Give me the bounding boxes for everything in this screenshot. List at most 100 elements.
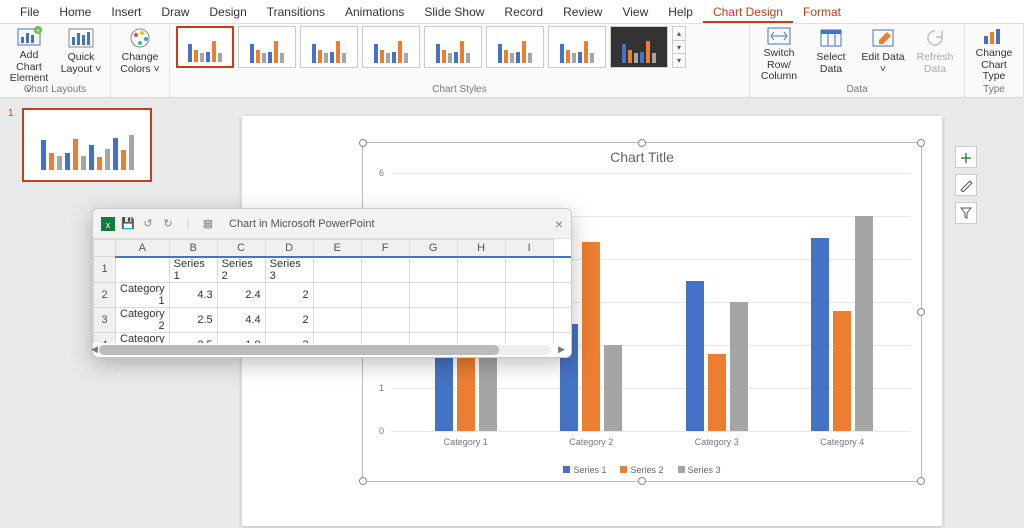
bar[interactable] <box>811 238 829 432</box>
bar[interactable] <box>582 242 600 431</box>
resize-handle[interactable] <box>917 139 925 147</box>
cell[interactable]: Category 3 <box>116 332 170 343</box>
more-icon[interactable]: ▾ <box>673 54 685 67</box>
bar[interactable] <box>708 354 726 431</box>
redo-icon[interactable]: ↻ <box>161 217 175 231</box>
tab-animations[interactable]: Animations <box>335 1 414 23</box>
cell[interactable]: Category 2 <box>116 307 170 332</box>
undo-icon[interactable]: ↺ <box>141 217 155 231</box>
chart-filter-button[interactable] <box>955 202 977 224</box>
select-data-button[interactable]: Select Data <box>808 26 854 82</box>
chart-style-1[interactable] <box>176 26 234 68</box>
cell[interactable] <box>505 257 553 283</box>
cell[interactable] <box>553 282 571 307</box>
resize-handle[interactable] <box>638 477 646 485</box>
cell[interactable] <box>313 257 361 283</box>
cell[interactable]: 1.8 <box>217 332 265 343</box>
chart-legend[interactable]: Series 1 Series 2 Series 3 <box>363 465 921 475</box>
cell[interactable]: 2.5 <box>169 307 217 332</box>
cell[interactable] <box>409 307 457 332</box>
chevron-up-icon[interactable]: ▴ <box>673 27 685 41</box>
tab-help[interactable]: Help <box>658 1 703 23</box>
quick-layout-button[interactable]: Quick Layout ˅ <box>58 26 104 82</box>
chart-style-8[interactable] <box>610 26 668 68</box>
tab-transitions[interactable]: Transitions <box>257 1 335 23</box>
tab-record[interactable]: Record <box>494 1 553 23</box>
switch-row-column-button[interactable]: Switch Row/ Column <box>756 26 802 82</box>
resize-handle[interactable] <box>359 139 367 147</box>
cell[interactable] <box>361 282 409 307</box>
legend-item[interactable]: Series 3 <box>678 465 721 475</box>
chart-style-4[interactable] <box>362 26 420 68</box>
cell[interactable] <box>361 257 409 283</box>
cell[interactable] <box>553 332 571 343</box>
cell[interactable]: 4.4 <box>217 307 265 332</box>
cell[interactable]: 2.4 <box>217 282 265 307</box>
cell[interactable]: 4.3 <box>169 282 217 307</box>
horizontal-scrollbar[interactable] <box>99 345 551 355</box>
cell[interactable] <box>457 257 505 283</box>
cell[interactable] <box>313 307 361 332</box>
scroll-left-icon[interactable]: ◀ <box>91 344 98 355</box>
cell[interactable]: 3.5 <box>169 332 217 343</box>
cell[interactable] <box>313 332 361 343</box>
save-icon[interactable]: 💾 <box>121 217 135 231</box>
chart-style-2[interactable] <box>238 26 296 68</box>
chart-style-7[interactable] <box>548 26 606 68</box>
chart-style-3[interactable] <box>300 26 358 68</box>
tab-review[interactable]: Review <box>553 1 612 23</box>
cell[interactable] <box>409 257 457 283</box>
tab-design[interactable]: Design <box>199 1 256 23</box>
resize-handle[interactable] <box>359 477 367 485</box>
cell[interactable] <box>505 307 553 332</box>
cell[interactable] <box>553 257 571 283</box>
tab-insert[interactable]: Insert <box>101 1 151 23</box>
cell[interactable] <box>505 332 553 343</box>
bar[interactable] <box>686 281 704 432</box>
bar[interactable] <box>730 302 748 431</box>
slide-thumbnail-1[interactable] <box>22 108 152 182</box>
bar[interactable] <box>855 216 873 431</box>
tab-home[interactable]: Home <box>49 1 101 23</box>
resize-handle[interactable] <box>917 477 925 485</box>
edit-data-button[interactable]: Edit Data ˅ <box>860 26 906 82</box>
tab-chart-design[interactable]: Chart Design <box>703 1 793 23</box>
sheet-titlebar[interactable]: x 💾 ↺ ↻ | ▦ Chart in Microsoft PowerPoin… <box>93 209 571 239</box>
scroll-right-icon[interactable]: ▶ <box>558 344 565 355</box>
chart-data-sheet-window[interactable]: x 💾 ↺ ↻ | ▦ Chart in Microsoft PowerPoin… <box>92 208 572 358</box>
cell[interactable] <box>553 307 571 332</box>
cell[interactable]: Series 3 <box>265 257 313 283</box>
cell[interactable]: 2 <box>265 307 313 332</box>
cell[interactable]: 3 <box>265 332 313 343</box>
cell[interactable]: Category 1 <box>116 282 170 307</box>
cell[interactable] <box>457 332 505 343</box>
cell[interactable]: Series 1 <box>169 257 217 283</box>
legend-item[interactable]: Series 2 <box>620 465 663 475</box>
cell[interactable] <box>313 282 361 307</box>
close-icon[interactable]: × <box>555 216 563 232</box>
bar[interactable] <box>833 311 851 431</box>
scrollbar-thumb[interactable] <box>99 345 499 355</box>
cell[interactable] <box>361 332 409 343</box>
chart-styles-button[interactable] <box>955 174 977 196</box>
legend-item[interactable]: Series 1 <box>563 465 606 475</box>
tab-format[interactable]: Format <box>793 1 851 23</box>
add-chart-element-button[interactable]: + Add Chart Element ˅ <box>6 26 52 82</box>
style-gallery-scroll[interactable]: ▴▾▾ <box>672 26 686 68</box>
cell[interactable]: 2 <box>265 282 313 307</box>
cell[interactable] <box>116 257 170 283</box>
tab-file[interactable]: File <box>10 1 49 23</box>
tab-view[interactable]: View <box>612 1 658 23</box>
tab-slideshow[interactable]: Slide Show <box>414 1 494 23</box>
cell[interactable] <box>409 282 457 307</box>
more-qat-icon[interactable]: ▦ <box>201 217 215 231</box>
cell[interactable]: Series 2 <box>217 257 265 283</box>
change-colors-button[interactable]: Change Colors ˅ <box>117 26 163 82</box>
cell[interactable] <box>457 307 505 332</box>
resize-handle[interactable] <box>638 139 646 147</box>
cell[interactable] <box>409 332 457 343</box>
chart-add-element-button[interactable]: ＋ <box>955 146 977 168</box>
cell[interactable] <box>361 307 409 332</box>
cell[interactable] <box>457 282 505 307</box>
chart-style-6[interactable] <box>486 26 544 68</box>
